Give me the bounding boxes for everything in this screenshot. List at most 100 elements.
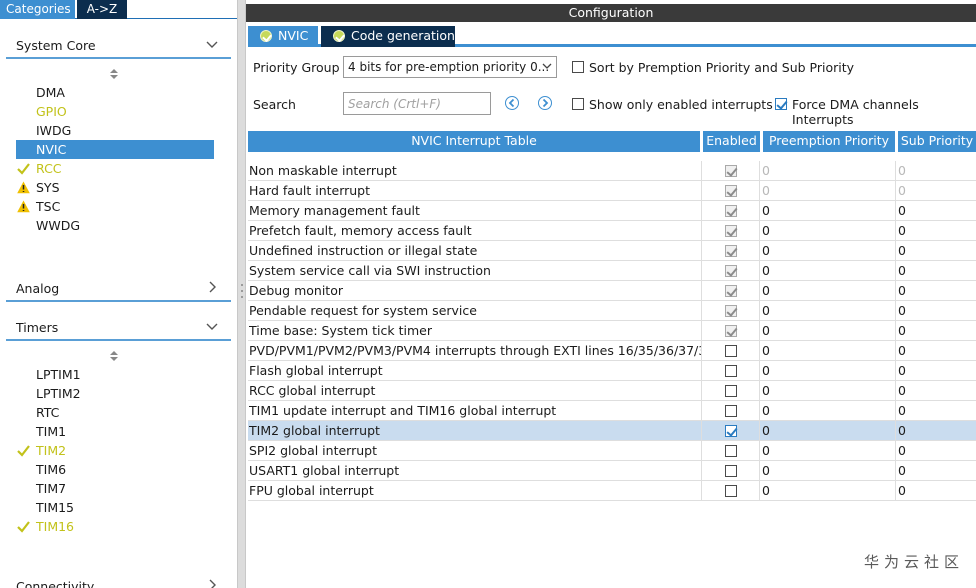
preemption-priority-cell[interactable]: 0 [760, 481, 896, 501]
sub-priority-cell[interactable]: 0 [896, 341, 976, 361]
table-row[interactable]: FPU global interrupt 0 0 [248, 481, 976, 501]
list-item-lptim1[interactable]: LPTIM1 [16, 365, 214, 384]
search-input[interactable] [343, 92, 491, 115]
table-row[interactable]: SPI2 global interrupt 0 0 [248, 441, 976, 461]
table-row[interactable]: Prefetch fault, memory access fault 0 0 [248, 221, 976, 241]
list-item-nvic[interactable]: NVIC [16, 140, 214, 159]
tab-a-z[interactable]: A->Z [77, 0, 127, 19]
enabled-checkbox[interactable] [725, 365, 737, 377]
enabled-checkbox[interactable] [725, 385, 737, 397]
list-item-tsc[interactable]: TSC [16, 197, 214, 216]
enabled-checkbox[interactable] [725, 405, 737, 417]
list-item-tim15[interactable]: TIM15 [16, 498, 214, 517]
preemption-priority-cell[interactable]: 0 [760, 461, 896, 481]
list-item-iwdg[interactable]: IWDG [16, 121, 214, 140]
preemption-priority-cell[interactable]: 0 [760, 201, 896, 221]
table-row[interactable]: RCC global interrupt 0 0 [248, 381, 976, 401]
list-item-lptim2[interactable]: LPTIM2 [16, 384, 214, 403]
sub-priority-cell[interactable]: 0 [896, 301, 976, 321]
sub-priority-cell[interactable]: 0 [896, 461, 976, 481]
enabled-checkbox[interactable] [725, 425, 737, 437]
column-header-preemption[interactable]: Preemption Priority [763, 131, 896, 152]
list-item-sys[interactable]: SYS [16, 178, 214, 197]
sort-priority-checkbox[interactable] [572, 61, 584, 73]
table-row[interactable]: Time base: System tick timer 0 0 [248, 321, 976, 341]
enabled-checkbox[interactable] [725, 445, 737, 457]
table-row[interactable]: USART1 global interrupt 0 0 [248, 461, 976, 481]
sub-priority-cell[interactable]: 0 [896, 201, 976, 221]
interrupt-name: SPI2 global interrupt [249, 443, 377, 458]
list-item-tim1[interactable]: TIM1 [16, 422, 214, 441]
sub-priority-cell[interactable]: 0 [896, 281, 976, 301]
table-row[interactable]: System service call via SWI instruction 0… [248, 261, 976, 281]
sub-priority-cell[interactable]: 0 [896, 481, 976, 501]
list-item-dma[interactable]: DMA [16, 83, 214, 102]
sub-priority-cell[interactable]: 0 [896, 381, 976, 401]
checkmark-icon [17, 521, 30, 533]
list-item-rcc[interactable]: RCC [16, 159, 214, 178]
search-next-button[interactable] [538, 96, 552, 110]
table-row[interactable]: Flash global interrupt 0 0 [248, 361, 976, 381]
table-row[interactable]: Non maskable interrupt 0 0 [248, 161, 976, 181]
list-item-tim7[interactable]: TIM7 [16, 479, 214, 498]
priority-group-select[interactable]: 4 bits for pre-emption priority 0... [343, 56, 557, 78]
section-system-core[interactable]: System Core [6, 33, 231, 59]
section-connectivity[interactable]: Connectivity [6, 574, 231, 588]
list-item-rtc[interactable]: RTC [16, 403, 214, 422]
column-header-name[interactable]: NVIC Interrupt Table [248, 131, 701, 152]
table-row[interactable]: TIM2 global interrupt 0 0 [248, 421, 976, 441]
preemption-priority-cell[interactable]: 0 [760, 321, 896, 341]
panel-splitter[interactable] [237, 0, 246, 588]
search-previous-button[interactable] [505, 96, 519, 110]
list-item-tim16[interactable]: TIM16 [16, 517, 214, 536]
list-item-tim2[interactable]: TIM2 [16, 441, 214, 460]
table-row[interactable]: Debug monitor 0 0 [248, 281, 976, 301]
column-header-sub-priority[interactable]: Sub Priority [898, 131, 976, 152]
sub-priority-cell[interactable]: 0 [896, 261, 976, 281]
sort-icon[interactable] [110, 351, 118, 361]
sub-priority-cell[interactable]: 0 [896, 361, 976, 381]
preemption-priority-cell[interactable]: 0 [760, 261, 896, 281]
sub-priority-cell[interactable]: 0 [896, 241, 976, 261]
preemption-priority-cell[interactable]: 0 [760, 421, 896, 441]
table-row[interactable]: Hard fault interrupt 0 0 [248, 181, 976, 201]
tab-categories[interactable]: Categories [0, 0, 75, 19]
sub-priority-cell[interactable]: 0 [896, 221, 976, 241]
section-timers[interactable]: Timers [6, 315, 231, 341]
sort-icon[interactable] [110, 69, 118, 79]
table-row[interactable]: Pendable request for system service 0 0 [248, 301, 976, 321]
preemption-priority-cell[interactable]: 0 [760, 441, 896, 461]
sub-priority-cell[interactable]: 0 [896, 321, 976, 341]
preemption-priority-cell[interactable]: 0 [760, 221, 896, 241]
preemption-priority-cell[interactable]: 0 [760, 401, 896, 421]
table-row[interactable]: TIM1 update interrupt and TIM16 global i… [248, 401, 976, 421]
tab-nvic[interactable]: NVIC [248, 26, 318, 47]
preemption-priority-cell[interactable]: 0 [760, 301, 896, 321]
enabled-checkbox[interactable] [725, 465, 737, 477]
table-row[interactable]: Memory management fault 0 0 [248, 201, 976, 221]
list-item-wwdg[interactable]: WWDG [16, 216, 214, 235]
preemption-priority-cell[interactable]: 0 [760, 281, 896, 301]
preemption-priority-cell[interactable]: 0 [760, 241, 896, 261]
column-header-enabled[interactable]: Enabled [703, 131, 761, 152]
preemption-priority-cell[interactable]: 0 [760, 181, 896, 201]
preemption-priority-cell[interactable]: 0 [760, 161, 896, 181]
force-dma-checkbox[interactable] [775, 98, 787, 110]
sub-priority-cell[interactable]: 0 [896, 401, 976, 421]
sub-priority-cell[interactable]: 0 [896, 441, 976, 461]
preemption-priority-cell[interactable]: 0 [760, 361, 896, 381]
list-item-gpio[interactable]: GPIO [16, 102, 214, 121]
sub-priority-cell[interactable]: 0 [896, 181, 976, 201]
preemption-priority-cell[interactable]: 0 [760, 381, 896, 401]
enabled-checkbox[interactable] [725, 485, 737, 497]
enabled-checkbox[interactable] [725, 345, 737, 357]
sub-priority-cell[interactable]: 0 [896, 161, 976, 181]
section-analog[interactable]: Analog [6, 276, 231, 302]
list-item-tim6[interactable]: TIM6 [16, 460, 214, 479]
table-row[interactable]: PVD/PVM1/PVM2/PVM3/PVM4 interrupts throu… [248, 341, 976, 361]
tab-code-generation[interactable]: Code generation [321, 26, 455, 47]
table-row[interactable]: Undefined instruction or illegal state 0 0 [248, 241, 976, 261]
preemption-priority-cell[interactable]: 0 [760, 341, 896, 361]
show-enabled-checkbox[interactable] [572, 98, 584, 110]
sub-priority-cell[interactable]: 0 [896, 421, 976, 441]
